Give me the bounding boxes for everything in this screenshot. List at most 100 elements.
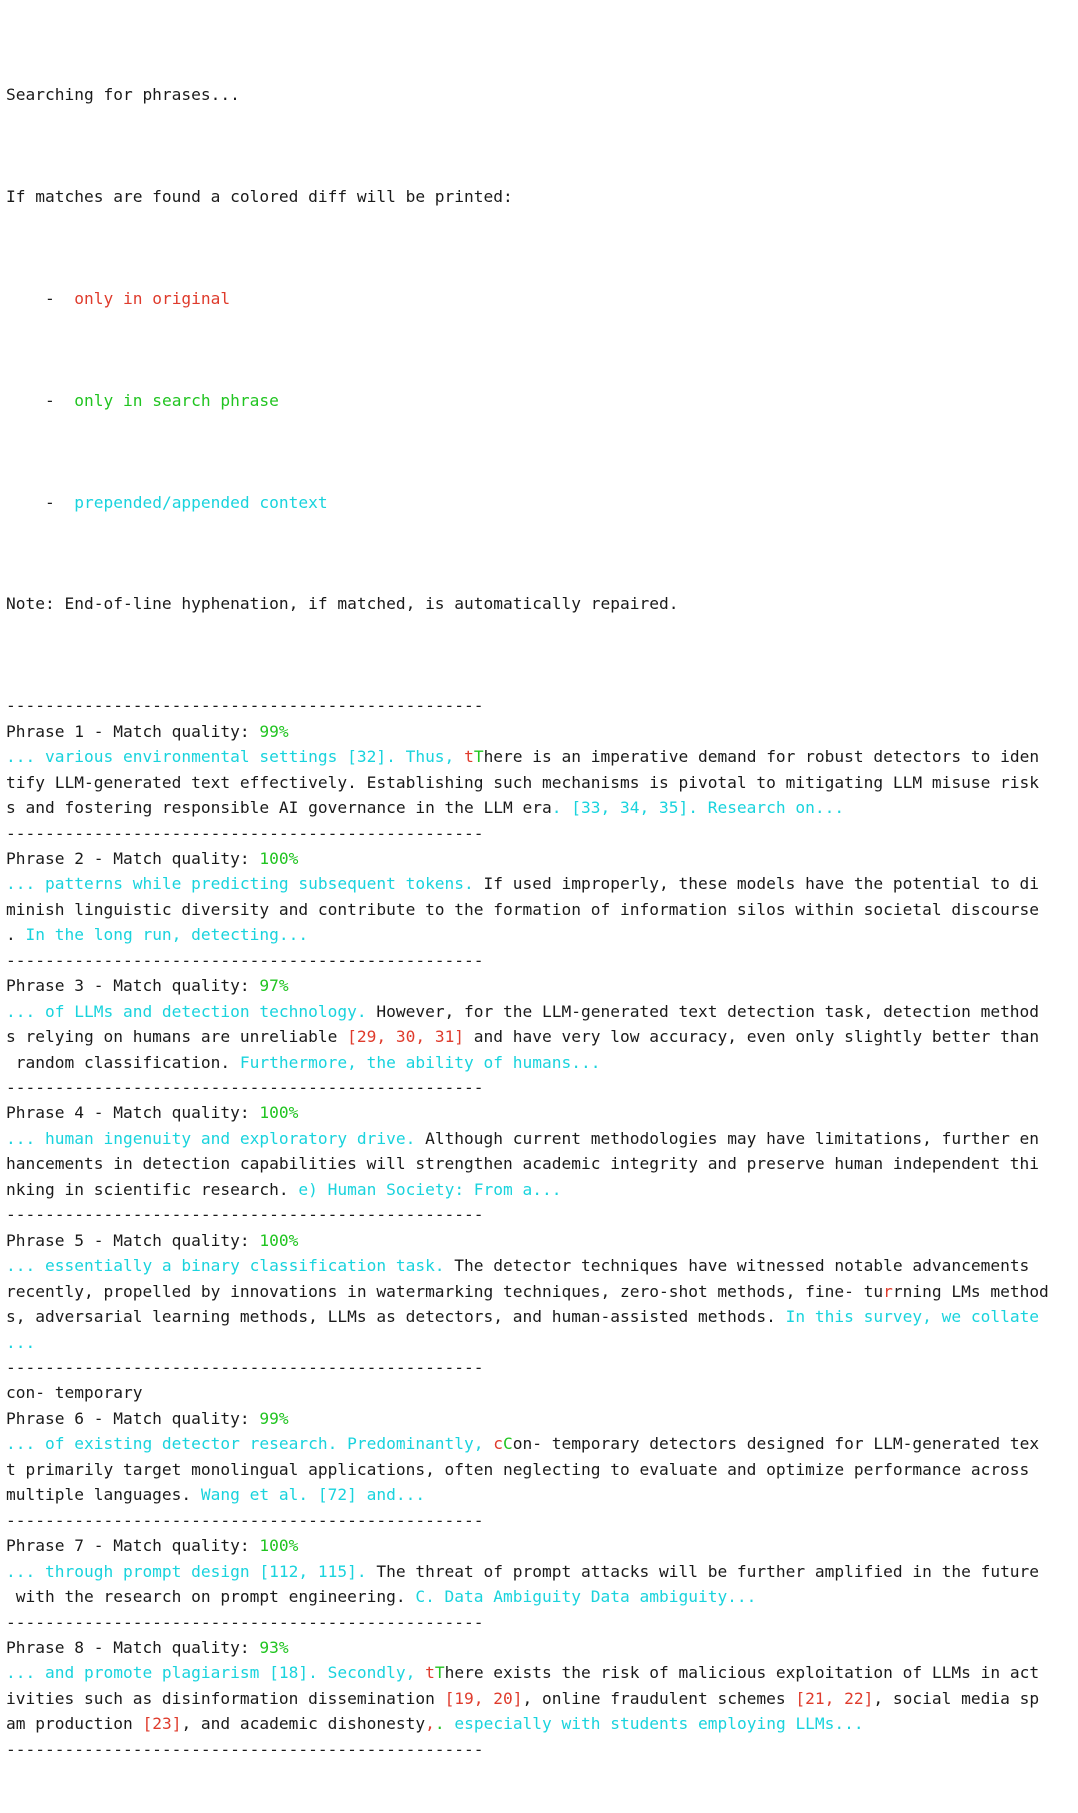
diff-segment-added: T xyxy=(473,747,484,767)
diff-segment-context: ... patterns while predicting subsequent… xyxy=(6,874,474,894)
phrase-header: Phrase 7 - Match quality: 100% xyxy=(6,1533,1078,1558)
diff-segment-removed: [23] xyxy=(142,1714,182,1734)
diff-segment-plain: on- temporary detectors designed for LLM… xyxy=(512,1434,1040,1454)
phrase-diff-line: t primarily target monolingual applicati… xyxy=(6,1457,1078,1482)
phrase-header: Phrase 1 - Match quality: 99% xyxy=(6,719,1078,744)
phrase-header: Phrase 2 - Match quality: 100% xyxy=(6,846,1078,871)
phrase-label: Phrase 5 - Match quality: xyxy=(6,1230,260,1250)
phrase-diff-line: ... human ingenuity and exploratory driv… xyxy=(6,1126,1078,1151)
legend-label-prepended-appended-context: prepended/appended context xyxy=(74,492,328,512)
diff-segment-plain: t primarily target monolingual applicati… xyxy=(6,1459,1030,1479)
status-line-diff-legend-intro: If matches are found a colored diff will… xyxy=(6,184,1078,209)
phrase-diff-line: . In the long run, detecting... xyxy=(6,922,1078,947)
diff-segment-plain: and have very low accuracy, even only sl… xyxy=(464,1027,1040,1047)
phrase-diff-line: ... patterns while predicting subsequent… xyxy=(6,871,1078,896)
phrase-diff-line: tify LLM-generated text effectively. Est… xyxy=(6,770,1078,795)
separator-rule: ----------------------------------------… xyxy=(6,823,484,843)
diff-segment-plain: am production xyxy=(6,1714,143,1734)
phrase-diff-line: recently, propelled by innovations in wa… xyxy=(6,1279,1078,1304)
diff-segment-removed: t xyxy=(464,747,474,767)
separator-rule: ----------------------------------------… xyxy=(6,950,484,970)
legend-item-original: - only in original xyxy=(6,286,1078,311)
diff-segment-plain: . xyxy=(6,925,16,945)
phrase-diff-line: ... essentially a binary classification … xyxy=(6,1253,1078,1278)
diff-segment-plain: here is an imperative demand for robust … xyxy=(483,747,1040,767)
diff-segment-context: In this survey, we collate xyxy=(775,1307,1040,1327)
separator-rule: ----------------------------------------… xyxy=(6,1510,484,1530)
phrase-diff-line: s, adversarial learning methods, LLMs as… xyxy=(6,1304,1078,1329)
status-text: Searching for phrases... xyxy=(6,85,240,105)
phrase-diff-line: minish linguistic diversity and contribu… xyxy=(6,897,1078,922)
phrase-label: Phrase 7 - Match quality: xyxy=(6,1536,260,1556)
diff-segment-removed: [21, 22] xyxy=(795,1688,874,1708)
diff-segment-context: Furthermore, the ability of humans... xyxy=(230,1052,601,1072)
diff-segment-added: C xyxy=(503,1434,513,1454)
diff-segment-removed: [19, 20] xyxy=(444,1688,523,1708)
match-quality-value: 93% xyxy=(259,1638,289,1657)
legend-label-only-in-search-phrase: only in search phrase xyxy=(74,390,279,410)
terminal-output: Searching for phrases... If matches are … xyxy=(0,0,1078,1813)
phrase-header: Phrase 5 - Match quality: 100% xyxy=(6,1228,1078,1253)
diff-segment-context: ... human ingenuity and exploratory driv… xyxy=(6,1128,416,1148)
diff-segment-plain: hancements in detection capabilities wil… xyxy=(6,1154,1040,1174)
phrase-diff-line: am production [23], and academic dishone… xyxy=(6,1711,1078,1736)
separator-rule: ----------------------------------------… xyxy=(6,1739,484,1759)
diff-segment-plain: s, adversarial learning methods, LLMs as… xyxy=(6,1307,776,1327)
match-quality-value: 100% xyxy=(259,1103,299,1123)
diff-segment-plain: However, for the LLM-generated text dete… xyxy=(366,1001,1040,1021)
diff-segment-context: ... various environmental settings [32].… xyxy=(6,747,465,767)
phrase-diff-line: ... and promote plagiarism [18]. Secondl… xyxy=(6,1660,1078,1685)
diff-segment-removed: r xyxy=(883,1281,893,1301)
match-quality-value: 97% xyxy=(259,976,289,996)
diff-segment-plain: ivities such as disinformation dissemina… xyxy=(6,1688,445,1708)
phrase-diff-line: ... of LLMs and detection technology. Ho… xyxy=(6,999,1078,1024)
phrase-diff-line: ... xyxy=(6,1330,1078,1355)
diff-segment-plain: If used improperly, these models have th… xyxy=(473,874,1040,894)
legend-item-search-phrase: - only in search phrase xyxy=(6,388,1078,413)
match-quality-value: 100% xyxy=(259,1536,299,1556)
diff-segment-removed: t xyxy=(425,1663,435,1683)
match-quality-value: 99% xyxy=(259,1408,289,1428)
separator-rule: ----------------------------------------… xyxy=(6,1358,484,1378)
diff-segment-context: ... of existing detector research. Predo… xyxy=(6,1434,494,1454)
phrase-diff-line: random classification. Furthermore, the … xyxy=(6,1050,1078,1075)
diff-segment-removed: [29, 30, 31] xyxy=(347,1027,465,1047)
diff-segment-plain: tify LLM-generated text effectively. Est… xyxy=(6,772,1040,792)
match-quality-value: 100% xyxy=(259,1230,299,1250)
diff-segment-context: . [33, 34, 35]. Research on... xyxy=(551,798,845,818)
diff-segment-removed: c xyxy=(493,1434,504,1454)
phrase-header: Phrase 6 - Match quality: 99% xyxy=(6,1406,1078,1431)
phrase-diff-line: with the research on prompt engineering.… xyxy=(6,1584,1078,1609)
note-line-hyphenation: Note: End-of-line hyphenation, if matche… xyxy=(6,591,1078,616)
phrase-diff-line: nking in scientific research. e) Human S… xyxy=(6,1177,1078,1202)
phrase-diff-line: multiple languages. Wang et al. [72] and… xyxy=(6,1482,1078,1507)
legend-bullet: - xyxy=(6,390,75,410)
diff-segment-plain: , and academic dishonesty xyxy=(181,1714,426,1734)
phrase-label: Phrase 2 - Match quality: xyxy=(6,848,260,868)
phrase-results-list: ----------------------------------------… xyxy=(6,693,1078,1762)
diff-segment-plain: The detector techniques have witnessed n… xyxy=(444,1256,1030,1276)
diff-segment-context: ... essentially a binary classification … xyxy=(6,1256,445,1276)
separator-rule: ----------------------------------------… xyxy=(6,696,484,716)
phrase-diff-line: s and fostering responsible AI governanc… xyxy=(6,795,1078,820)
phrase-diff-line: ... of existing detector research. Predo… xyxy=(6,1431,1078,1456)
diff-segment-context: C. Data Ambiguity Data ambiguity... xyxy=(405,1587,757,1607)
phrase-diff-line: ivities such as disinformation dissemina… xyxy=(6,1686,1078,1711)
phrase-diff-line: ... various environmental settings [32].… xyxy=(6,744,1078,769)
legend-bullet: - xyxy=(6,288,75,308)
diff-segment-context: In the long run, detecting... xyxy=(15,925,309,945)
legend-label-only-in-original: only in original xyxy=(74,288,231,308)
legend-bullet: - xyxy=(6,492,75,512)
phrase-label: Phrase 3 - Match quality: xyxy=(6,976,260,996)
diff-segment-plain: recently, propelled by innovations in wa… xyxy=(6,1281,884,1301)
match-quality-value: 99% xyxy=(259,721,289,741)
legend-intro-text: If matches are found a colored diff will… xyxy=(6,187,513,207)
phrase-label: Phrase 1 - Match quality: xyxy=(6,721,260,741)
diff-segment-plain: with the research on prompt engineering. xyxy=(6,1587,406,1607)
stray-hyphenation-line: con- temporary xyxy=(6,1383,143,1403)
diff-segment-context: e) Human Society: From a... xyxy=(288,1179,562,1199)
diff-segment-plain: random classification. xyxy=(6,1052,231,1072)
diff-segment-context: ... and promote plagiarism [18]. Secondl… xyxy=(6,1663,426,1683)
status-line-searching: Searching for phrases... xyxy=(6,82,1078,107)
phrase-diff-line: hancements in detection capabilities wil… xyxy=(6,1151,1078,1176)
